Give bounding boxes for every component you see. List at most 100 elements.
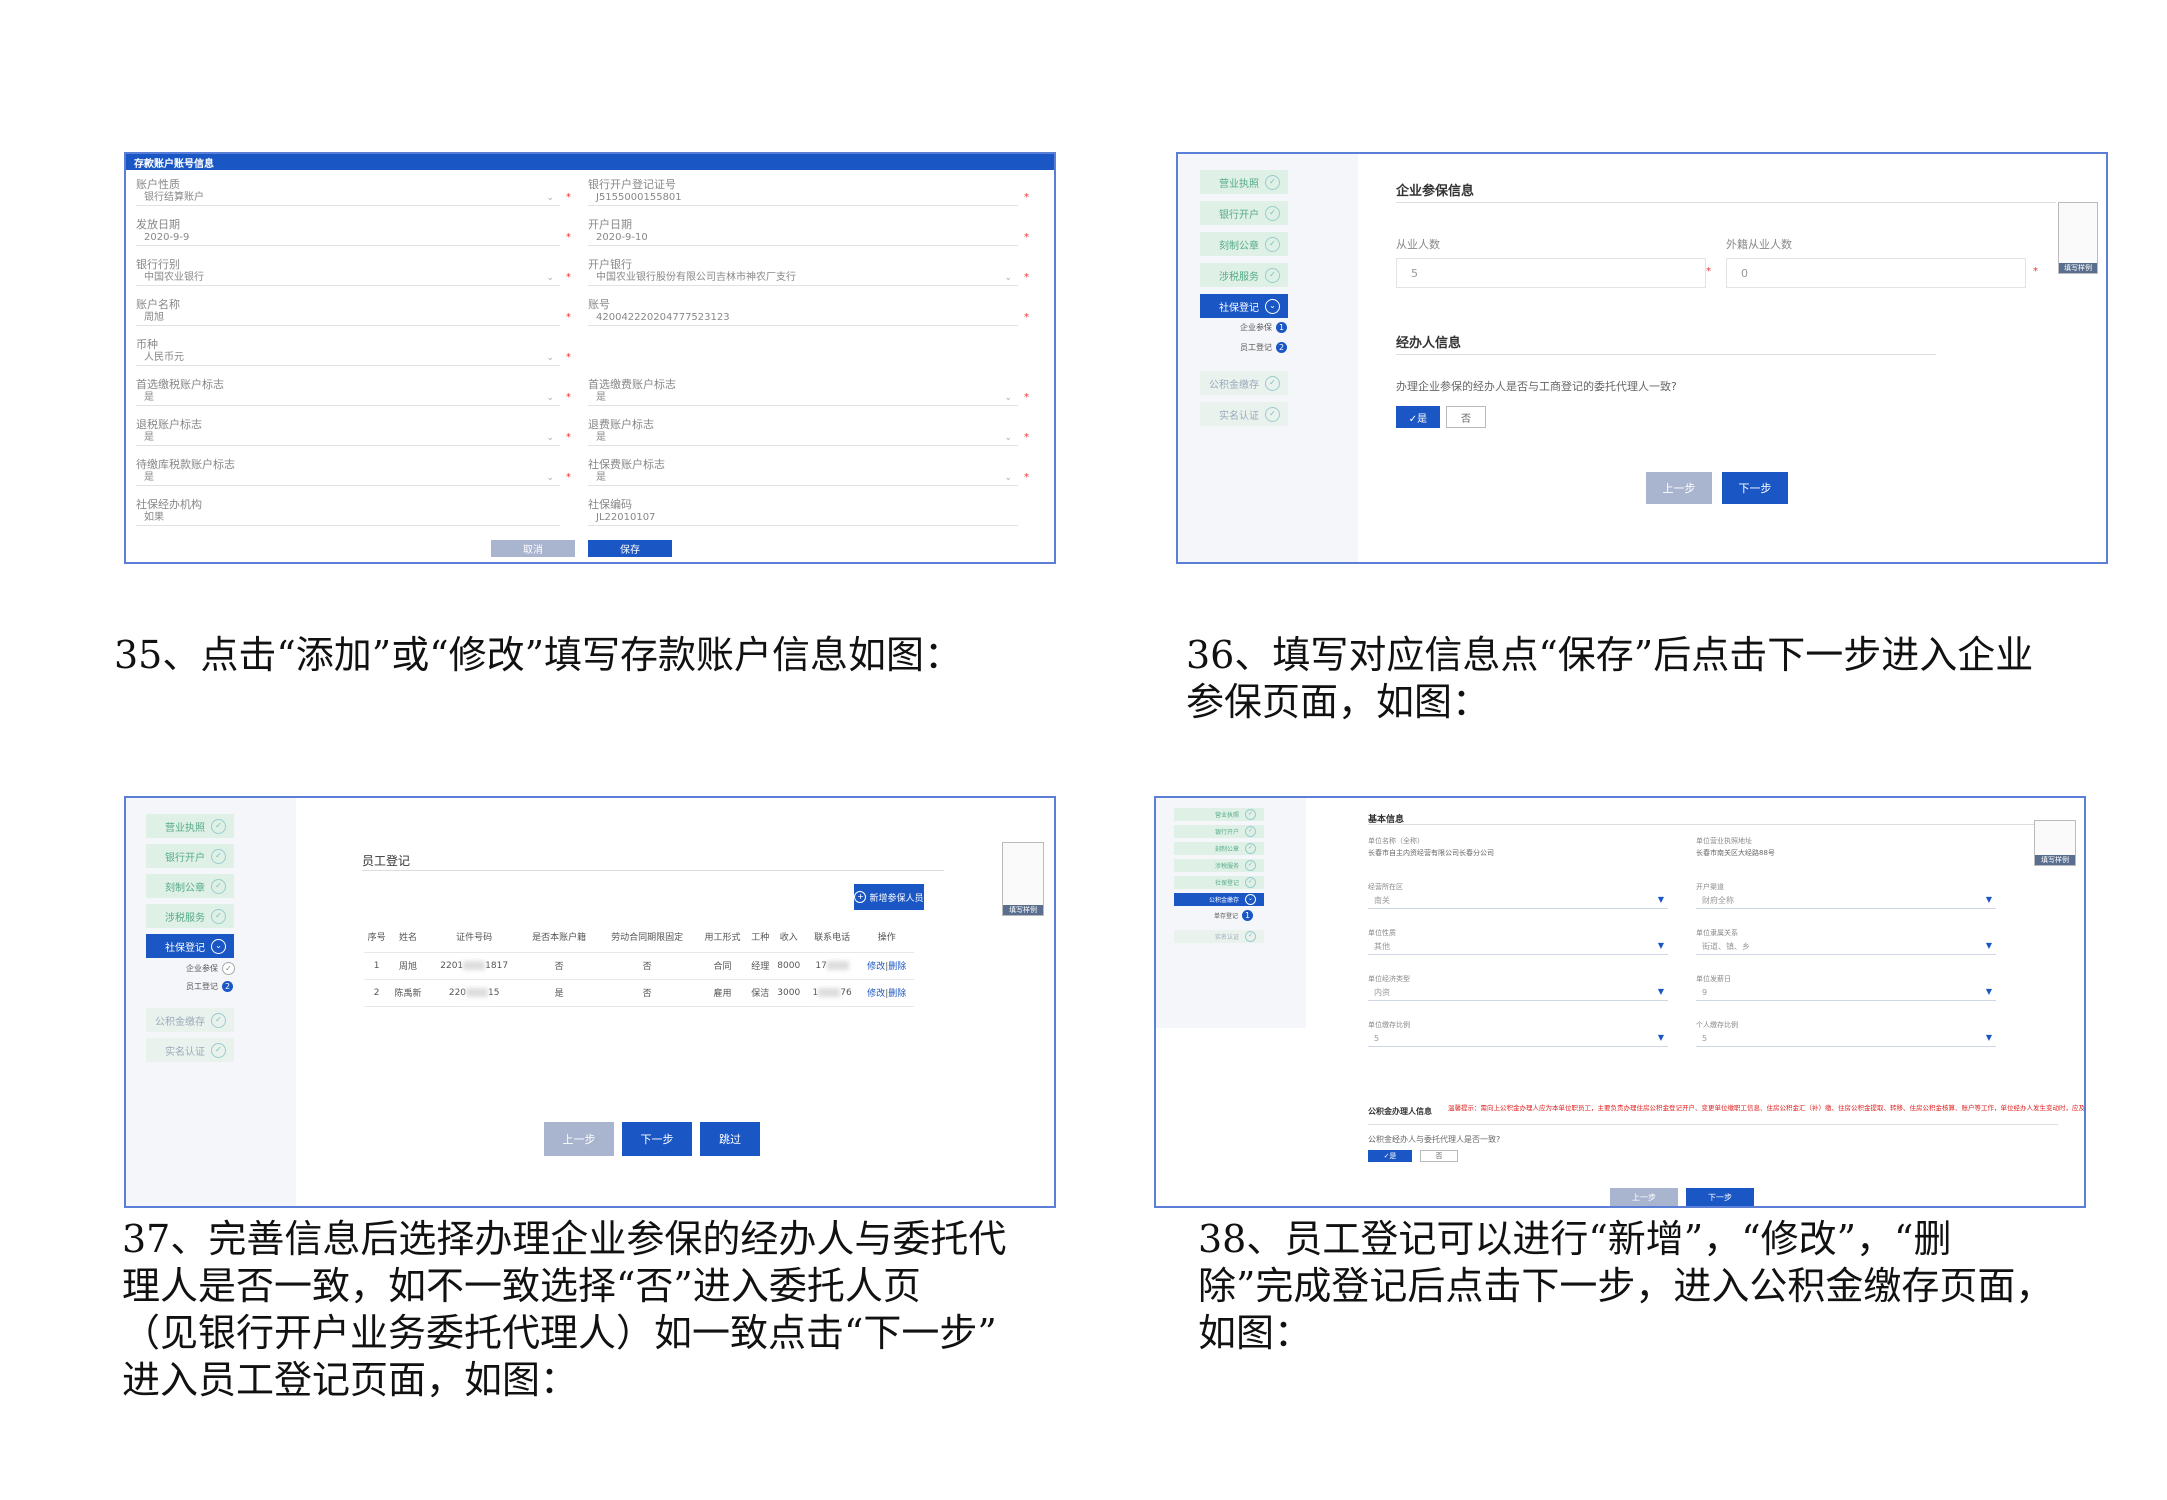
- yes-button[interactable]: ✓是: [1396, 406, 1440, 428]
- save-button[interactable]: 保存: [588, 540, 672, 557]
- sidebar-item[interactable]: 银行开户 ✓: [1200, 201, 1288, 225]
- field-select[interactable]: 银行结算账户 ⌄: [136, 191, 560, 206]
- field-value: 是: [596, 432, 606, 443]
- field-input[interactable]: 2020-9-9: [136, 231, 560, 246]
- sidebar-subitem-label: 员工登记: [186, 982, 218, 991]
- sidebar-item[interactable]: 公积金缴存 ⌄: [1174, 893, 1264, 906]
- sample-thumbnail[interactable]: 填写样例: [1002, 842, 1044, 916]
- field-select[interactable]: 街道、镇、乡 ▼: [1696, 940, 1996, 955]
- field-select[interactable]: 中国农业银行股份有限公司吉林市神农厂支行 ⌄: [588, 271, 1018, 286]
- field-select[interactable]: 是 ⌄: [136, 431, 560, 446]
- employee-count-input[interactable]: 5: [1396, 258, 1706, 288]
- field-select[interactable]: 是 ⌄: [588, 431, 1018, 446]
- sidebar-item[interactable]: 实名认证 ✓: [1200, 402, 1288, 426]
- field-select[interactable]: 财府全称 ▼: [1696, 894, 1996, 909]
- chevron-down-icon: ⌄: [1245, 894, 1256, 905]
- sidebar-item[interactable]: 营业执照 ✓: [146, 814, 234, 838]
- field-input[interactable]: 42004222020477752312​3: [588, 311, 1018, 326]
- prev-button[interactable]: 上一步: [544, 1122, 614, 1156]
- field-value: 是: [144, 392, 154, 403]
- sidebar-subitem[interactable]: 员工登记 2: [186, 981, 233, 992]
- add-employee-button[interactable]: + 新增参保人员: [854, 884, 924, 910]
- sidebar-subitem[interactable]: 员工登记 2: [1240, 342, 1287, 353]
- delete-link[interactable]: 删除: [888, 962, 906, 972]
- sidebar-item-label: 实名认证: [1219, 410, 1259, 422]
- field-select[interactable]: 是 ⌄: [136, 471, 560, 486]
- caption-36-line1: 36、填写对应信息点“保存”后点击下一步进入企业: [1186, 633, 2034, 677]
- field-select[interactable]: 南关 ▼: [1368, 894, 1668, 909]
- cancel-button[interactable]: 取消: [491, 540, 575, 557]
- field-select[interactable]: 内资 ▼: [1368, 986, 1668, 1001]
- field-input[interactable]: J5155000155801: [588, 191, 1018, 206]
- section-title-agent: 经办人信息: [1396, 336, 1462, 351]
- field-select[interactable]: 5 ▼: [1696, 1032, 1996, 1047]
- sidebar-subitem[interactable]: 单存登记 1: [1214, 910, 1254, 921]
- field-label: 币种: [136, 338, 158, 351]
- field-select[interactable]: 5 ▼: [1368, 1032, 1668, 1047]
- field-label: 账户性质: [136, 178, 180, 191]
- sidebar-item[interactable]: 社保登记 ⌄: [1200, 294, 1288, 318]
- field-select[interactable]: 是 ⌄: [136, 391, 560, 406]
- sidebar-item[interactable]: 公积金缴存 ✓: [1200, 371, 1288, 395]
- sidebar-item[interactable]: 实名认证 ✓: [146, 1038, 234, 1062]
- sidebar-item[interactable]: 刻制公章 ✓: [1200, 232, 1288, 256]
- delete-link[interactable]: 删除: [888, 989, 906, 999]
- sample-thumbnail[interactable]: 填写样例: [2058, 202, 2098, 274]
- sidebar-item[interactable]: 公积金缴存 ✓: [146, 1008, 234, 1032]
- sidebar-subitem[interactable]: 企业参保 ✓: [186, 962, 235, 975]
- field-value: 中国农业银行股份有限公司吉林市神农厂支行: [596, 272, 796, 283]
- sidebar-item[interactable]: 涉税服务 ✓: [1200, 263, 1288, 287]
- sidebar-item[interactable]: 刻制公章 ✓: [1174, 842, 1264, 855]
- field-select[interactable]: 是 ⌄: [588, 471, 1018, 486]
- yes-button[interactable]: ✓是: [1368, 1150, 1412, 1162]
- sidebar-item[interactable]: 营业执照 ✓: [1174, 808, 1264, 821]
- sample-thumbnail[interactable]: 填写样例: [2034, 820, 2076, 866]
- field-select[interactable]: 中国农业银行 ⌄: [136, 271, 560, 286]
- sidebar-item[interactable]: 刻制公章 ✓: [146, 874, 234, 898]
- field-select[interactable]: 其他 ▼: [1368, 940, 1668, 955]
- sidebar-subitem[interactable]: 企业参保 1: [1240, 322, 1287, 333]
- field-input[interactable]: 如果: [136, 511, 560, 526]
- caret-down-icon: ▼: [1657, 941, 1664, 950]
- next-button[interactable]: 下一步: [1686, 1188, 1754, 1206]
- sidebar-item[interactable]: 社保登记 ✓: [1174, 876, 1264, 889]
- field-select[interactable]: 是 ⌄: [588, 391, 1018, 406]
- edit-link[interactable]: 修改: [867, 989, 885, 999]
- sidebar-item[interactable]: 营业执照 ✓: [1200, 170, 1288, 194]
- redacted-block: [463, 960, 486, 970]
- field-value: 中国农业银行: [144, 272, 204, 283]
- no-button[interactable]: 否: [1446, 406, 1486, 428]
- field-input[interactable]: 2020-9-10: [588, 231, 1018, 246]
- field-value: JL22010107: [596, 512, 656, 523]
- prev-button[interactable]: 上一步: [1646, 472, 1712, 504]
- sidebar-item[interactable]: 银行开户 ✓: [1174, 825, 1264, 838]
- field-input[interactable]: 周旭: [136, 311, 560, 326]
- table-cell: 1 76: [804, 979, 860, 1007]
- sidebar-item[interactable]: 实名认证 ✓: [1174, 930, 1264, 943]
- check-circle-icon: ✓: [211, 848, 226, 864]
- sidebar-subitem-label: 员工登记: [1240, 343, 1272, 352]
- prev-button[interactable]: 上一步: [1610, 1188, 1678, 1206]
- next-button[interactable]: 下一步: [1722, 472, 1788, 504]
- sidebar-item-label: 营业执照: [1214, 812, 1239, 819]
- check-circle-icon: ✓: [1265, 174, 1280, 190]
- edit-link[interactable]: 修改: [867, 962, 885, 972]
- skip-button[interactable]: 跳过: [700, 1122, 760, 1156]
- check-circle-icon: ✓: [1245, 931, 1256, 942]
- sidebar-item[interactable]: 涉税服务 ✓: [1174, 859, 1264, 872]
- no-button[interactable]: 否: [1420, 1150, 1458, 1162]
- sidebar-item[interactable]: 社保登记 ⌄: [146, 934, 234, 958]
- sidebar-item[interactable]: 涉税服务 ✓: [146, 904, 234, 928]
- field-label: 银行开户登记证号: [588, 178, 676, 191]
- sidebar-item-label: 涉税服务: [165, 912, 205, 924]
- field-label: 单位隶属关系: [1696, 929, 1738, 937]
- field-select[interactable]: 人民币元 ⌄: [136, 351, 560, 366]
- sidebar-item[interactable]: 银行开户 ✓: [146, 844, 234, 868]
- table-cell: 经理: [747, 952, 773, 980]
- next-button[interactable]: 下一步: [622, 1122, 692, 1156]
- table-cell: 合同: [697, 952, 748, 980]
- field-input[interactable]: JL22010107: [588, 511, 1018, 526]
- field-select[interactable]: 9 ▼: [1696, 986, 1996, 1001]
- field-value: 周旭: [144, 312, 164, 323]
- foreign-count-input[interactable]: 0: [1726, 258, 2026, 288]
